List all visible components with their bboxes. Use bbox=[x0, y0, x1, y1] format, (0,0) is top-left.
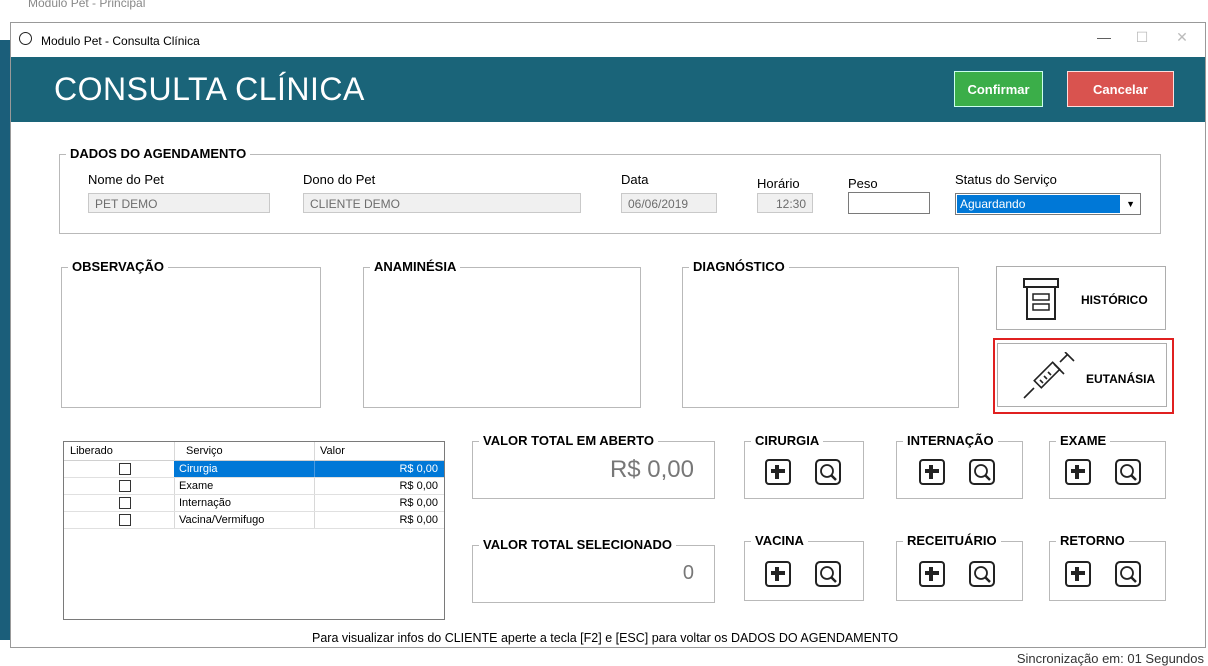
status-label: Status do Serviço bbox=[955, 172, 1057, 187]
agendamento-legend: DADOS DO AGENDAMENTO bbox=[66, 146, 251, 161]
search-cirurgia-magnifier-icon[interactable] bbox=[815, 459, 841, 485]
receituario-group: RECEITUÁRIO bbox=[896, 533, 1023, 601]
cancel-button[interactable]: Cancelar bbox=[1067, 71, 1174, 107]
cirurgia-legend: CIRURGIA bbox=[751, 433, 824, 448]
historico-label: HISTÓRICO bbox=[1081, 293, 1148, 307]
consulta-window: Modulo Pet - Consulta Clínica — ☐ ✕ CONS… bbox=[10, 22, 1206, 648]
liberado-checkbox[interactable] bbox=[119, 514, 131, 526]
internacao-legend: INTERNAÇÃO bbox=[903, 433, 998, 448]
retorno-legend: RETORNO bbox=[1056, 533, 1129, 548]
vacina-group: VACINA bbox=[744, 533, 864, 601]
open-total-value: R$ 0,00 bbox=[609, 456, 694, 483]
service-name: Internação bbox=[179, 497, 231, 509]
add-internacao-plus-icon[interactable] bbox=[919, 459, 945, 485]
owner-field[interactable]: CLIENTE DEMO bbox=[303, 193, 581, 213]
diagnostico-group[interactable]: DIAGNÓSTICO bbox=[682, 259, 959, 408]
chevron-down-icon[interactable]: ▼ bbox=[1126, 199, 1135, 209]
services-table[interactable]: Liberado Serviço Valor Cirurgia R$ 0,00 … bbox=[63, 441, 445, 620]
header-valor[interactable]: Valor bbox=[320, 445, 345, 457]
page-title: CONSULTA CLÍNICA bbox=[54, 71, 365, 107]
retorno-group: RETORNO bbox=[1049, 533, 1166, 601]
syringe-icon bbox=[1023, 352, 1075, 399]
table-row[interactable]: Vacina/Vermifugo R$ 0,00 bbox=[64, 512, 444, 528]
table-row[interactable]: Cirurgia R$ 0,00 bbox=[64, 461, 444, 477]
search-retorno-magnifier-icon[interactable] bbox=[1115, 561, 1141, 587]
receituario-legend: RECEITUÁRIO bbox=[903, 533, 1001, 548]
confirm-button[interactable]: Confirmar bbox=[954, 71, 1043, 107]
background-window-sidebar bbox=[0, 40, 10, 640]
service-name: Vacina/Vermifugo bbox=[179, 514, 265, 526]
liberado-checkbox[interactable] bbox=[119, 480, 131, 492]
search-receituario-magnifier-icon[interactable] bbox=[969, 561, 995, 587]
search-internacao-magnifier-icon[interactable] bbox=[969, 459, 995, 485]
weight-input[interactable] bbox=[848, 192, 930, 214]
open-total-label: VALOR TOTAL EM ABERTO bbox=[479, 433, 658, 448]
search-vacina-magnifier-icon[interactable] bbox=[815, 561, 841, 587]
maximize-button[interactable]: ☐ bbox=[1127, 29, 1157, 46]
page-header: CONSULTA CLÍNICA Confirmar Cancelar bbox=[11, 57, 1205, 122]
pet-name-field[interactable]: PET DEMO bbox=[88, 193, 270, 213]
anaminesia-legend: ANAMINÉSIA bbox=[370, 259, 461, 274]
status-selected-value: Aguardando bbox=[957, 195, 1120, 213]
status-select[interactable]: Aguardando ▼ bbox=[955, 193, 1141, 215]
service-value: R$ 0,00 bbox=[399, 463, 438, 475]
owner-label: Dono do Pet bbox=[303, 172, 376, 187]
eutanasia-button[interactable]: EUTANÁSIA bbox=[997, 343, 1167, 407]
window-title: Modulo Pet - Consulta Clínica bbox=[41, 34, 200, 48]
archive-box-icon bbox=[1023, 278, 1059, 320]
add-exame-plus-icon[interactable] bbox=[1065, 459, 1091, 485]
header-servico[interactable]: Serviço bbox=[186, 445, 223, 457]
table-row[interactable]: Exame R$ 0,00 bbox=[64, 478, 444, 494]
selected-total-group: VALOR TOTAL SELECIONADO 0 bbox=[472, 537, 715, 603]
service-value: R$ 0,00 bbox=[399, 480, 438, 492]
time-label: Horário bbox=[757, 176, 800, 191]
paw-app-icon bbox=[19, 32, 32, 45]
liberado-checkbox[interactable] bbox=[119, 463, 131, 475]
weight-label: Peso bbox=[848, 176, 878, 191]
add-cirurgia-plus-icon[interactable] bbox=[765, 459, 791, 485]
agendamento-group: DADOS DO AGENDAMENTO Nome do Pet PET DEM… bbox=[59, 146, 1161, 234]
service-name: Exame bbox=[179, 480, 214, 492]
observacao-group[interactable]: OBSERVAÇÃO bbox=[61, 259, 321, 408]
keyboard-hint: Para visualizar infos do CLIENTE aperte … bbox=[312, 631, 899, 645]
add-retorno-plus-icon[interactable] bbox=[1065, 561, 1091, 587]
sync-status: Sincronização em: 01 Segundos bbox=[1016, 651, 1204, 666]
background-window-title: Modulo Pet - Principal bbox=[28, 0, 146, 10]
date-label: Data bbox=[621, 172, 649, 187]
table-header: Liberado Serviço Valor bbox=[64, 442, 444, 461]
cirurgia-group: CIRURGIA bbox=[744, 433, 864, 499]
add-vacina-plus-icon[interactable] bbox=[765, 561, 791, 587]
selected-total-label: VALOR TOTAL SELECIONADO bbox=[479, 537, 676, 552]
exame-legend: EXAME bbox=[1056, 433, 1111, 448]
anaminesia-group[interactable]: ANAMINÉSIA bbox=[363, 259, 641, 408]
table-row[interactable]: Internação R$ 0,00 bbox=[64, 495, 444, 511]
open-total-group: VALOR TOTAL EM ABERTO R$ 0,00 bbox=[472, 433, 715, 499]
search-exame-magnifier-icon[interactable] bbox=[1115, 459, 1141, 485]
add-receituario-plus-icon[interactable] bbox=[919, 561, 945, 587]
service-value: R$ 0,00 bbox=[399, 497, 438, 509]
selected-total-value: 0 bbox=[682, 562, 694, 584]
diagnostico-legend: DIAGNÓSTICO bbox=[689, 259, 789, 274]
time-field[interactable]: 12:30 bbox=[757, 193, 813, 213]
date-field[interactable]: 06/06/2019 bbox=[621, 193, 717, 213]
header-liberado[interactable]: Liberado bbox=[70, 445, 113, 457]
close-button[interactable]: ✕ bbox=[1167, 29, 1197, 46]
service-name: Cirurgia bbox=[179, 463, 218, 475]
service-value: R$ 0,00 bbox=[399, 514, 438, 526]
eutanasia-label: EUTANÁSIA bbox=[1086, 372, 1156, 386]
historico-button[interactable]: HISTÓRICO bbox=[996, 266, 1166, 330]
liberado-checkbox[interactable] bbox=[119, 497, 131, 509]
pet-name-label: Nome do Pet bbox=[88, 172, 164, 187]
title-bar: Modulo Pet - Consulta Clínica — ☐ ✕ bbox=[11, 23, 1205, 57]
observacao-legend: OBSERVAÇÃO bbox=[68, 259, 168, 274]
exame-group: EXAME bbox=[1049, 433, 1166, 499]
minimize-button[interactable]: — bbox=[1089, 29, 1119, 45]
internacao-group: INTERNAÇÃO bbox=[896, 433, 1023, 499]
vacina-legend: VACINA bbox=[751, 533, 808, 548]
